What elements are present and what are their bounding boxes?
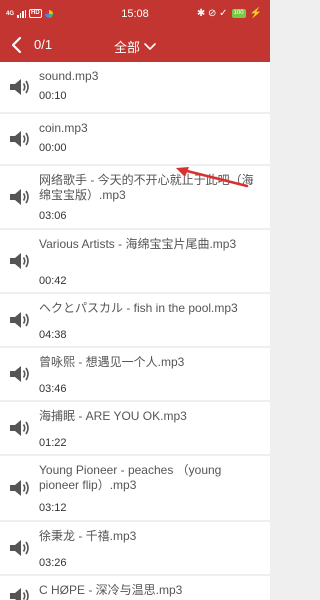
speaker-icon xyxy=(10,366,29,382)
list-item[interactable]: coin.mp3 00:00 xyxy=(0,114,270,164)
speaker-icon xyxy=(10,131,29,147)
speaker-icon xyxy=(10,253,29,269)
list-item[interactable]: ヘクとパスカル - fish in the pool.mp3 04:38 xyxy=(0,294,270,346)
list-item[interactable]: C HØPE - 深冷与温思.mp3 xyxy=(0,576,270,600)
item-duration: 00:10 xyxy=(39,90,67,102)
item-duration: 01:22 xyxy=(39,437,67,449)
list-item[interactable]: Young Pioneer - peaches （young pioneer f… xyxy=(0,456,270,520)
item-duration: 04:38 xyxy=(39,329,67,341)
item-duration: 03:06 xyxy=(39,210,67,222)
status-icons: ✱ ⊘ ✓ xyxy=(196,8,228,19)
speaker-icon xyxy=(10,480,29,496)
item-title: 海捕眠 - ARE YOU OK.mp3 xyxy=(39,409,187,423)
speaker-icon xyxy=(10,189,29,205)
item-duration: 00:00 xyxy=(39,142,67,154)
chevron-down-icon xyxy=(144,42,156,50)
item-title: sound.mp3 xyxy=(39,69,99,83)
status-right: ✱ ⊘ ✓ 100 ⚡ xyxy=(197,8,262,19)
item-title: ヘクとパスカル - fish in the pool.mp3 xyxy=(39,301,238,315)
speaker-icon xyxy=(10,79,29,95)
item-title: Various Artists - 海绵宝宝片尾曲.mp3 xyxy=(39,237,237,251)
annotation-arrow-icon xyxy=(176,167,249,188)
item-title: 徐秉龙 - 千禧.mp3 xyxy=(39,529,137,543)
item-duration: 03:26 xyxy=(39,557,67,569)
filter-dropdown[interactable]: 全部 xyxy=(0,37,270,56)
battery-icon: 100 xyxy=(231,9,246,18)
speaker-icon xyxy=(10,540,29,556)
speaker-icon xyxy=(10,588,29,600)
top-toolbar: 0/1 全部 xyxy=(0,28,270,62)
list-item[interactable]: Various Artists - 海绵宝宝片尾曲.mp3 00:42 xyxy=(0,230,270,292)
list-item[interactable]: 徐秉龙 - 千禧.mp3 03:26 xyxy=(0,522,270,574)
filter-label: 全部 xyxy=(113,40,140,55)
item-duration: 03:46 xyxy=(39,383,67,395)
item-duration: 00:42 xyxy=(39,275,67,287)
status-bar: 4G HD 15:08 ✱ ⊘ ✓ 100 ⚡ xyxy=(0,0,270,28)
item-title: 曾咏熙 - 想遇见一个人.mp3 xyxy=(39,355,185,369)
item-duration: 03:12 xyxy=(39,502,67,514)
item-title: C HØPE - 深冷与温思.mp3 xyxy=(39,583,183,597)
charging-icon: ⚡ xyxy=(249,8,262,19)
speaker-icon xyxy=(10,420,29,436)
list-item[interactable]: 海捕眠 - ARE YOU OK.mp3 01:22 xyxy=(0,402,270,454)
list-item[interactable]: sound.mp3 00:10 xyxy=(0,62,270,112)
item-title: coin.mp3 xyxy=(39,121,88,135)
speaker-icon xyxy=(10,312,29,328)
list-item[interactable]: 曾咏熙 - 想遇见一个人.mp3 03:46 xyxy=(0,348,270,400)
item-title: Young Pioneer - peaches （young pioneer f… xyxy=(39,463,222,492)
